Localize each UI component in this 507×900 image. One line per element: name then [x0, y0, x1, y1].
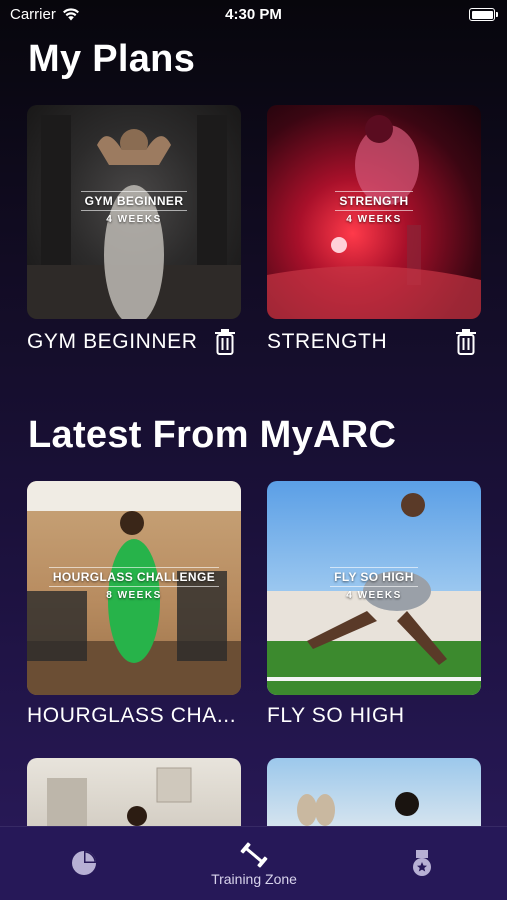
program-card-partial[interactable]: [267, 758, 481, 828]
program-card-overlay-duration: 4 WEEKS: [346, 590, 402, 601]
program-card-image: [297, 792, 419, 826]
program-card-overlay-title: FLY SO HIGH: [330, 567, 418, 587]
program-caption-hourglass-challenge[interactable]: HOURGLASS CHA...: [27, 704, 236, 728]
status-bar: Carrier 4:30 PM: [0, 0, 507, 30]
plan-card-overlay-duration: 4 WEEKS: [106, 214, 162, 225]
program-card-image: [47, 767, 192, 828]
plan-card-overlay: GYM BEGINNER 4 WEEKS: [27, 191, 241, 225]
tab-stats[interactable]: [44, 827, 124, 900]
my-plans-title: My Plans: [28, 38, 196, 80]
tab-training-zone-label: Training Zone: [211, 871, 297, 887]
pie-chart-icon: [72, 851, 96, 875]
status-time: 4:30 PM: [225, 6, 282, 23]
plan-caption-gym-beginner[interactable]: GYM BEGINNER: [27, 330, 198, 354]
dumbbell-icon: [240, 842, 268, 868]
trash-icon[interactable]: [455, 329, 477, 355]
program-card-overlay-duration: 8 WEEKS: [106, 590, 162, 601]
plan-card-overlay: STRENGTH 4 WEEKS: [267, 191, 481, 225]
program-card-overlay: HOURGLASS CHALLENGE 8 WEEKS: [27, 567, 241, 601]
program-card-overlay: FLY SO HIGH 4 WEEKS: [267, 567, 481, 601]
plan-caption-strength[interactable]: STRENGTH: [267, 330, 387, 354]
program-caption-fly-so-high[interactable]: FLY SO HIGH: [267, 704, 405, 728]
program-card-overlay-title: HOURGLASS CHALLENGE: [48, 567, 220, 587]
tab-bar: Training Zone: [0, 826, 507, 900]
program-card-hourglass-challenge[interactable]: HOURGLASS CHALLENGE 8 WEEKS: [27, 481, 241, 695]
plan-card-overlay-duration: 4 WEEKS: [346, 214, 402, 225]
tab-achievements[interactable]: [382, 827, 462, 900]
plan-card-overlay-title: GYM BEGINNER: [80, 191, 188, 211]
plan-card-gym-beginner[interactable]: GYM BEGINNER 4 WEEKS: [27, 105, 241, 319]
battery-icon: [469, 8, 498, 21]
program-card-fly-so-high[interactable]: FLY SO HIGH 4 WEEKS: [267, 481, 481, 695]
program-card-partial[interactable]: [27, 758, 241, 828]
tab-training-zone[interactable]: Training Zone: [194, 827, 314, 900]
medal-icon: [413, 850, 431, 876]
trash-icon[interactable]: [214, 329, 236, 355]
latest-title: Latest From MyARC: [28, 414, 397, 456]
plan-card-overlay-title: STRENGTH: [335, 191, 413, 211]
plan-card-strength[interactable]: STRENGTH 4 WEEKS: [267, 105, 481, 319]
